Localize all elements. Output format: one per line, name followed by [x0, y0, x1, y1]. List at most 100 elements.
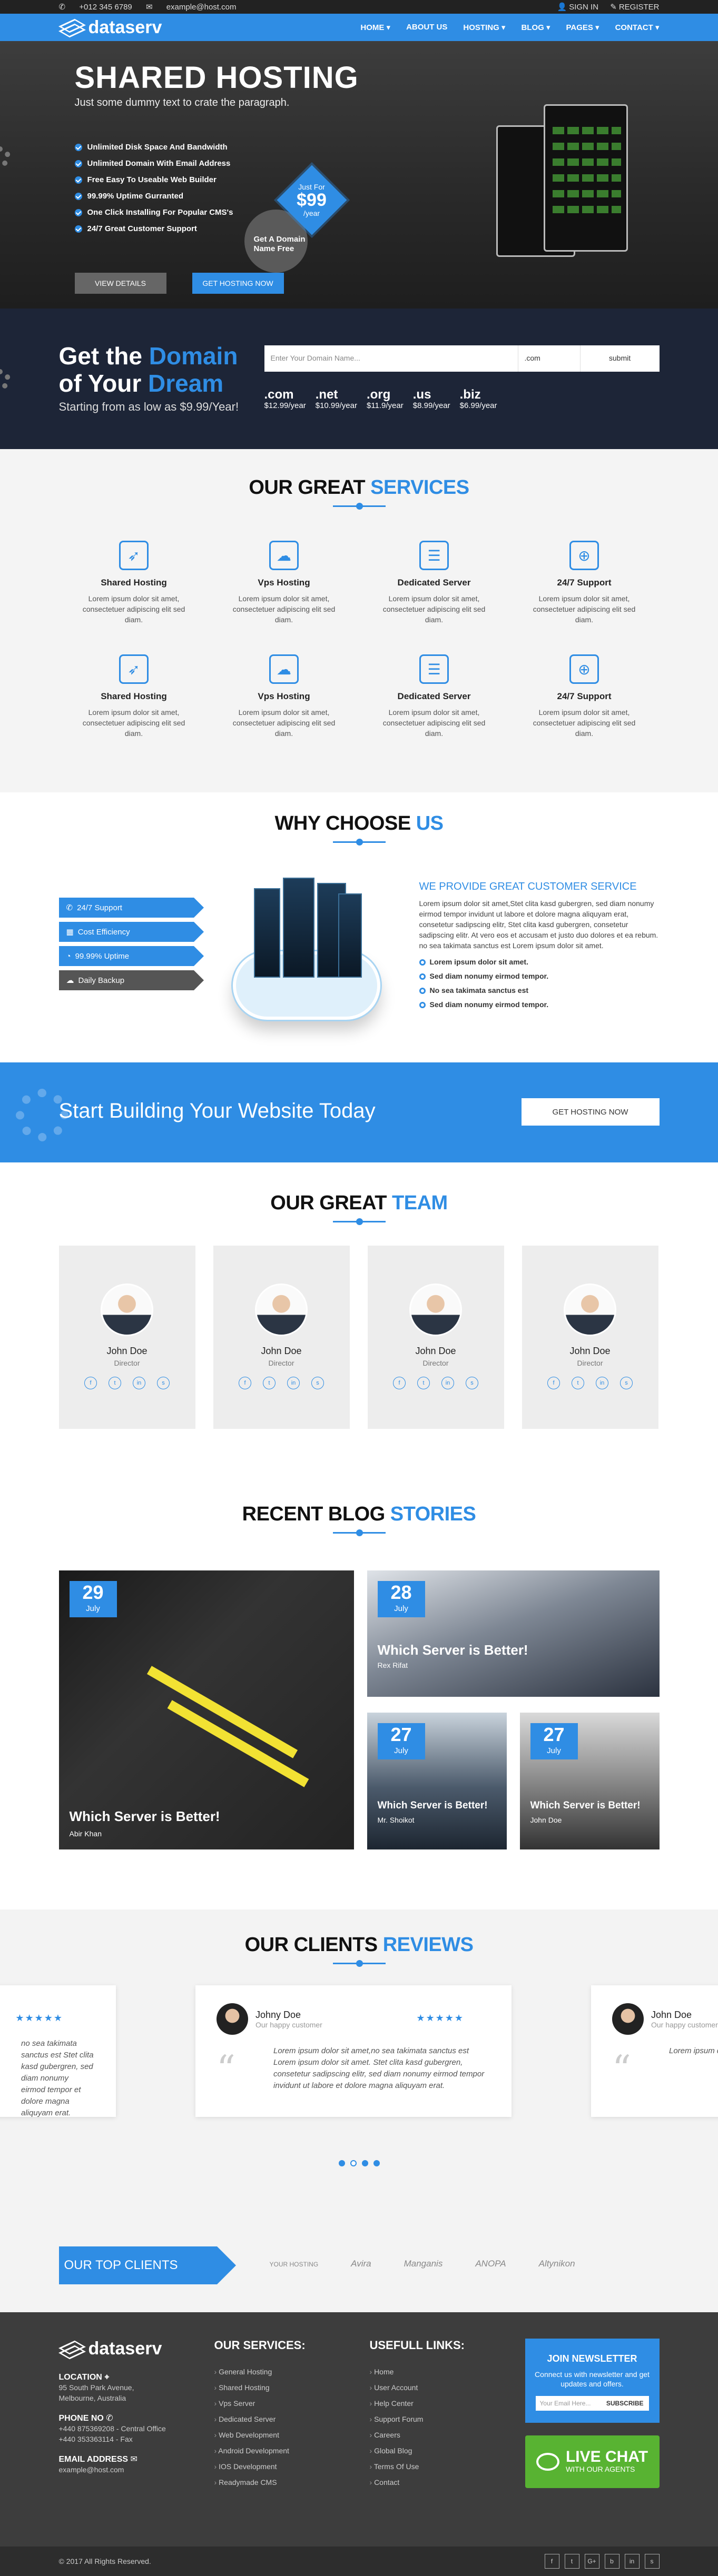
- carousel-dot[interactable]: [350, 2160, 357, 2166]
- linkedin-icon[interactable]: in: [287, 1377, 300, 1389]
- footer-useful-link[interactable]: Careers: [370, 2427, 525, 2443]
- facebook-icon[interactable]: f: [393, 1377, 406, 1389]
- footer-service-link[interactable]: Vps Server: [214, 2395, 370, 2411]
- service-card[interactable]: ➶ Shared Hosting Lorem ipsum dolor sit ame…: [59, 654, 209, 739]
- linkedin-icon[interactable]: in: [441, 1377, 454, 1389]
- nav-blog[interactable]: BLOG ▾: [521, 23, 550, 32]
- tab-daily-backup[interactable]: ☁ Daily Backup: [58, 970, 204, 990]
- tab-uptime[interactable]: ◔ 99.99% Uptime: [58, 946, 204, 966]
- footer-useful-link[interactable]: Terms Of Use: [370, 2459, 525, 2474]
- subscribe-button[interactable]: SUBSCRIBE: [601, 2400, 649, 2407]
- footer-service-link[interactable]: Android Development: [214, 2443, 370, 2459]
- footer-useful-link[interactable]: Help Center: [370, 2395, 525, 2411]
- footer-logo[interactable]: dataserv: [59, 2339, 214, 2359]
- footer-useful-link[interactable]: User Account: [370, 2380, 525, 2395]
- get-hosting-button[interactable]: GET HOSTING NOW: [192, 273, 284, 294]
- footer-service-link[interactable]: Shared Hosting: [214, 2380, 370, 2395]
- footer-email[interactable]: example@host.com: [59, 2464, 214, 2475]
- tab-support[interactable]: ✆ 24/7 Support: [58, 898, 204, 918]
- post-title[interactable]: Which Server is Better!: [70, 1808, 220, 1825]
- skype-icon[interactable]: s: [644, 2554, 660, 2569]
- post-title[interactable]: Which Server is Better!: [378, 1800, 488, 1812]
- footer-links: USEFULL LINKS: HomeUser AccountHelp Cent…: [370, 2339, 525, 2490]
- nav-hosting[interactable]: HOSTING ▾: [463, 23, 505, 32]
- carousel-dot[interactable]: [373, 2160, 380, 2166]
- tld-item: .com $12.99/year: [264, 387, 306, 411]
- top-email[interactable]: example@host.com: [166, 3, 237, 12]
- cta-get-hosting-button[interactable]: GET HOSTING NOW: [521, 1098, 660, 1126]
- skype-icon[interactable]: s: [620, 1377, 633, 1389]
- tld-select[interactable]: .com: [518, 345, 581, 372]
- top-phone[interactable]: +012 345 6789: [79, 3, 132, 12]
- carousel-dot[interactable]: [338, 2160, 345, 2166]
- nav-about[interactable]: ABOUT US: [406, 23, 447, 32]
- google-plus-icon[interactable]: G+: [584, 2554, 599, 2569]
- register-link[interactable]: REGISTER: [619, 3, 660, 12]
- service-card[interactable]: ⊕ 24/7 Support Lorem ipsum dolor sit amet,…: [509, 541, 660, 625]
- skype-icon[interactable]: s: [157, 1377, 170, 1389]
- twitter-icon[interactable]: t: [564, 2554, 579, 2569]
- skype-icon[interactable]: s: [311, 1377, 324, 1389]
- settings-gear-icon[interactable]: [0, 146, 11, 167]
- service-card[interactable]: ☁ Vps Hosting Lorem ipsum dolor sit amet, …: [209, 541, 359, 625]
- member-role: Director: [577, 1359, 603, 1367]
- newsletter-email-input[interactable]: Your Email Here...: [536, 2400, 601, 2407]
- domain-submit-button[interactable]: submit: [581, 345, 660, 372]
- nav-home[interactable]: HOME ▾: [360, 23, 390, 32]
- twitter-icon[interactable]: t: [109, 1377, 121, 1389]
- behance-icon[interactable]: b: [604, 2554, 619, 2569]
- footer-service-link[interactable]: Dedicated Server: [214, 2411, 370, 2427]
- linkedin-icon[interactable]: in: [596, 1377, 608, 1389]
- member-role: Director: [268, 1359, 294, 1367]
- post-title[interactable]: Which Server is Better!: [378, 1642, 528, 1658]
- domain-name-input[interactable]: Enter Your Domain Name...: [264, 345, 518, 372]
- footer-service-link[interactable]: General Hosting: [214, 2364, 370, 2380]
- facebook-icon[interactable]: f: [84, 1377, 97, 1389]
- footer-service-link[interactable]: IOS Development: [214, 2459, 370, 2474]
- footer-useful-link[interactable]: Global Blog: [370, 2443, 525, 2459]
- client-logo[interactable]: Manganis: [404, 2259, 443, 2269]
- twitter-icon[interactable]: t: [572, 1377, 584, 1389]
- nav-pages[interactable]: PAGES ▾: [566, 23, 599, 32]
- service-card[interactable]: ☁ Vps Hosting Lorem ipsum dolor sit amet, …: [209, 654, 359, 739]
- service-card[interactable]: ☰ Dedicated Server Lorem ipsum dolor sit a…: [359, 541, 509, 625]
- live-chat-button[interactable]: LIVE CHAT WITH OUR AGENTS: [525, 2435, 660, 2488]
- blog-post-card[interactable]: 27 July Which Server is Better! Mr. Shoik…: [367, 1713, 507, 1849]
- linkedin-icon[interactable]: in: [133, 1377, 145, 1389]
- brand-logo[interactable]: dataserv: [59, 17, 162, 38]
- post-title[interactable]: Which Server is Better!: [530, 1800, 641, 1812]
- linkedin-icon[interactable]: in: [624, 2554, 640, 2569]
- nav-contact[interactable]: CONTACT ▾: [615, 23, 660, 32]
- blog-post-card[interactable]: 27 July Which Server is Better! John Doe: [519, 1713, 660, 1849]
- twitter-icon[interactable]: t: [263, 1377, 276, 1389]
- blog-post-card[interactable]: 28 July Which Server is Better! Rex Rifat: [367, 1570, 660, 1697]
- service-card[interactable]: ⊕ 24/7 Support Lorem ipsum dolor sit amet,…: [509, 654, 660, 739]
- copyright: © 2017 All Rights Reserved.: [58, 2557, 151, 2565]
- account-links: 👤 SIGN IN ✎ REGISTER: [548, 2, 660, 12]
- facebook-icon[interactable]: f: [544, 2554, 559, 2569]
- facebook-icon[interactable]: f: [239, 1377, 251, 1389]
- footer-links-heading: USEFULL LINKS:: [369, 2339, 465, 2352]
- service-card[interactable]: ☰ Dedicated Server Lorem ipsum dolor sit a…: [359, 654, 509, 739]
- footer-useful-link[interactable]: Contact: [370, 2474, 525, 2490]
- skype-icon[interactable]: s: [466, 1377, 478, 1389]
- logo-icon: [59, 2342, 84, 2356]
- footer-useful-link[interactable]: Support Forum: [370, 2411, 525, 2427]
- service-card[interactable]: ➶ Shared Hosting Lorem ipsum dolor sit ame…: [59, 541, 209, 625]
- carousel-dot[interactable]: [361, 2160, 368, 2166]
- footer-service-link[interactable]: Web Development: [214, 2427, 370, 2443]
- footer-service-link[interactable]: Readymade CMS: [214, 2474, 370, 2490]
- facebook-icon[interactable]: f: [547, 1377, 560, 1389]
- blog-post-card[interactable]: 29 July Which Server is Better! Abir Khan: [58, 1570, 354, 1849]
- team-member-card: John Doe Director f t in s: [522, 1246, 658, 1429]
- client-logo[interactable]: YOUR HOSTING: [270, 2261, 319, 2269]
- twitter-icon[interactable]: t: [417, 1377, 430, 1389]
- view-details-button[interactable]: VIEW DETAILS: [74, 273, 166, 294]
- client-logo[interactable]: ANOPA: [475, 2259, 506, 2269]
- tab-cost-efficiency[interactable]: ▦ Cost Efficiency: [58, 922, 204, 942]
- client-logo[interactable]: Avira: [351, 2259, 371, 2269]
- sign-in-link[interactable]: SIGN IN: [569, 3, 598, 12]
- settings-gear-icon[interactable]: [0, 369, 11, 390]
- footer-useful-link[interactable]: Home: [370, 2364, 525, 2380]
- client-logo[interactable]: Altynikon: [539, 2259, 575, 2269]
